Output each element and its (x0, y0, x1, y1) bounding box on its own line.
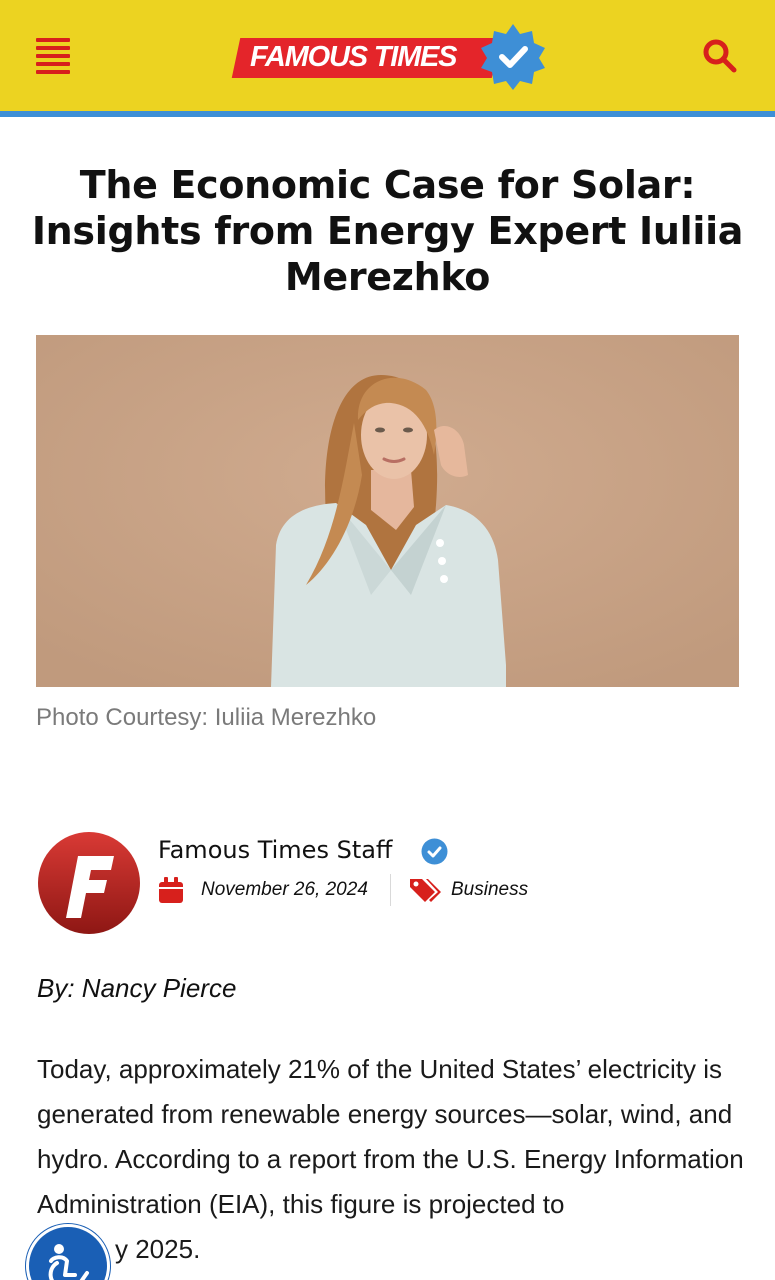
logo-text: FAMOUS TIMES (250, 41, 458, 73)
accessibility-icon (48, 1244, 89, 1280)
article-meta: November 26, 2024 Business (158, 872, 578, 906)
site-header: FAMOUS TIMES (0, 0, 775, 111)
category-link[interactable]: Business (451, 879, 528, 901)
publish-date: November 26, 2024 (201, 879, 368, 900)
author-avatar[interactable] (38, 832, 140, 934)
author-name[interactable]: Famous Times Staff (158, 836, 392, 864)
paragraph-tail: y 2025. (115, 1234, 201, 1264)
article-title: The Economic Case for Solar: Insights fr… (31, 163, 744, 299)
photo-caption: Photo Courtesy: Iuliia Merezhko (36, 704, 377, 731)
article-paragraph: Today, approximately 21% of the United S… (37, 1047, 749, 1272)
article-hero-image (36, 335, 739, 687)
meta-divider (390, 874, 391, 906)
search-icon[interactable] (702, 38, 738, 74)
calendar-icon (159, 877, 183, 903)
paragraph-text: Today, approximately 21% of the United S… (37, 1054, 744, 1219)
portrait-illustration (36, 335, 739, 687)
verified-check-icon (421, 838, 448, 865)
header-underline (0, 111, 775, 117)
byline: By: Nancy Pierce (37, 973, 237, 1003)
accessibility-button[interactable] (26, 1224, 110, 1280)
hamburger-menu-icon[interactable] (36, 38, 72, 74)
site-logo[interactable]: FAMOUS TIMES (231, 22, 548, 90)
tag-icon (410, 879, 441, 902)
verified-badge-icon (481, 24, 545, 90)
famous-times-f-logo (38, 832, 140, 934)
